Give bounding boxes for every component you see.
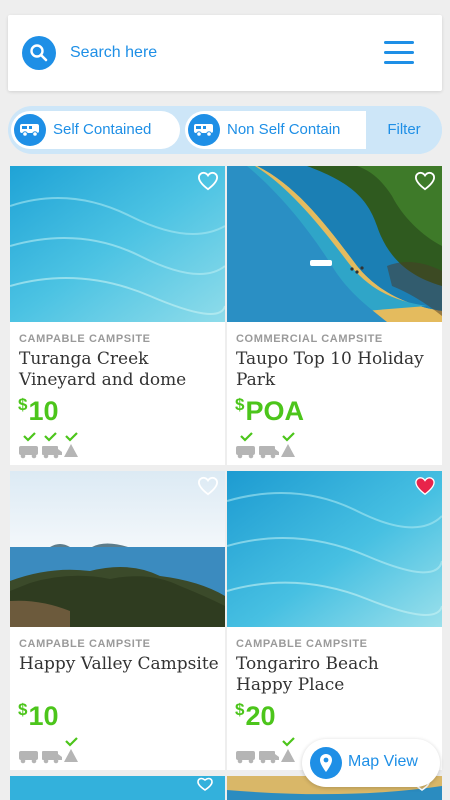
heart-outline-icon[interactable] (197, 171, 219, 191)
listing-name: Taupo Top 10 Holiday Park (236, 349, 424, 390)
listing-price: $10 (18, 395, 59, 426)
search-icon[interactable] (22, 36, 56, 70)
non-self-contained-label: Non Self Contain (227, 121, 341, 138)
listing-type: COMMERCIAL CAMPSITE (236, 333, 383, 345)
map-view-label: Map View (348, 753, 418, 770)
listing-photo (227, 471, 442, 627)
listing-photo (227, 166, 442, 322)
campervan-icon (14, 114, 46, 146)
self-contained-label: Self Contained (53, 121, 152, 138)
filter-button[interactable]: Filter (366, 106, 442, 154)
heart-outline-icon[interactable] (414, 171, 436, 191)
amenity-icons (236, 432, 295, 459)
listing-card[interactable]: CAMPABLE CAMPSITE Turanga Creek Vineyard… (10, 166, 225, 465)
listing-price: $20 (235, 700, 276, 731)
listing-photo (10, 471, 225, 627)
amenity-icons (236, 737, 295, 764)
map-view-button[interactable]: Map View (302, 739, 440, 787)
listing-price: $10 (18, 700, 59, 731)
listing-card[interactable]: CAMPABLE CAMPSITE Tongariro Beach Happy … (227, 471, 442, 770)
search-bar[interactable]: Search here (8, 15, 442, 91)
heart-outline-icon[interactable] (197, 476, 219, 496)
self-contained-chip[interactable]: Self Contained (11, 111, 180, 149)
listing-name: Tongariro Beach Happy Place (236, 654, 379, 695)
listing-card-peek[interactable] (10, 776, 225, 800)
listing-name: Happy Valley Campsite (19, 654, 219, 674)
listing-type: CAMPABLE CAMPSITE (19, 333, 151, 345)
amenity-icons (19, 432, 78, 459)
heart-filled-icon[interactable] (414, 476, 436, 496)
amenity-icons (19, 737, 78, 764)
filter-bar: Self Contained Non Self Contain Filter (8, 106, 442, 154)
listing-name: Turanga Creek Vineyard and dome (19, 349, 187, 390)
listing-card[interactable]: CAMPABLE CAMPSITE Happy Valley Campsite … (10, 471, 225, 770)
campervan-icon (188, 114, 220, 146)
hamburger-menu-icon[interactable] (384, 39, 414, 67)
non-self-contained-chip[interactable]: Non Self Contain (185, 111, 375, 149)
search-input[interactable]: Search here (70, 44, 157, 62)
listing-type: CAMPABLE CAMPSITE (236, 638, 368, 650)
listing-price: $POA (235, 395, 304, 426)
listing-photo (10, 166, 225, 322)
map-pin-icon (310, 747, 342, 779)
listing-card[interactable]: COMMERCIAL CAMPSITE Taupo Top 10 Holiday… (227, 166, 442, 465)
listing-type: CAMPABLE CAMPSITE (19, 638, 151, 650)
